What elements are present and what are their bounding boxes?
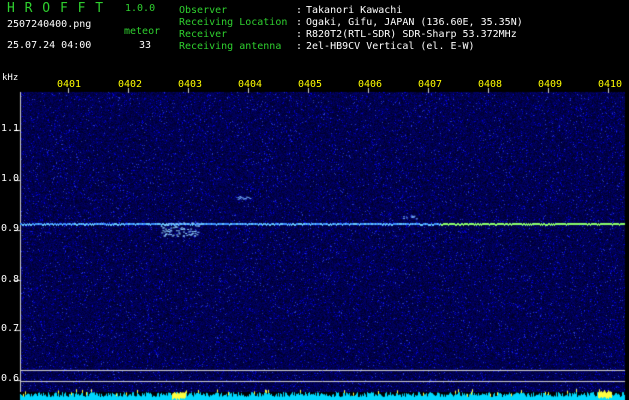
file-datetime: 25.07.24 04:00 — [7, 40, 92, 51]
info-value-location: Ogaki, Gifu, JAPAN (136.60E, 35.35N) — [306, 17, 523, 28]
info-label-location: Receiving Location — [179, 17, 288, 28]
info-sep-location: : — [296, 17, 303, 28]
y-tick-label: 1.0 — [1, 173, 20, 184]
y-axis-unit: kHz — [2, 73, 19, 83]
x-tick-label: 0401 — [57, 79, 82, 90]
y-tick-label: 0.9 — [1, 223, 20, 234]
info-value-antenna: 2el-HB9CV Vertical (el. E-W) — [306, 41, 475, 52]
info-label-antenna: Receiving antenna — [179, 41, 282, 52]
x-tick-label: 0406 — [358, 79, 383, 90]
x-tick-label: 0407 — [418, 79, 443, 90]
x-tick-label: 0410 — [598, 79, 623, 90]
y-tick-label: 0.6 — [1, 373, 20, 384]
file-name: 2507240400.png — [7, 19, 92, 30]
app-version: 1.0.0 — [125, 3, 156, 14]
y-tick-label: 0.8 — [1, 274, 20, 285]
x-tick-label: 0405 — [298, 79, 323, 90]
x-tick-label: 0409 — [538, 79, 563, 90]
info-label-receiver: Receiver — [179, 29, 228, 40]
y-tick-label: 0.7 — [1, 323, 20, 334]
info-value-observer: Takanori Kawachi — [306, 5, 403, 16]
x-tick-label: 0404 — [238, 79, 263, 90]
info-sep-antenna: : — [296, 41, 303, 52]
info-label-observer: Observer — [179, 5, 228, 16]
info-sep-observer: : — [296, 5, 303, 16]
x-tick-label: 0402 — [118, 79, 143, 90]
info-sep-receiver: : — [296, 29, 303, 40]
x-tick-label: 0403 — [178, 79, 203, 90]
spectrogram-canvas — [0, 0, 629, 400]
y-tick-label: 1.1 — [1, 123, 20, 134]
meteor-count: 33 — [139, 40, 152, 51]
x-tick-label: 0408 — [478, 79, 503, 90]
app-title: H R O F F T — [7, 1, 105, 16]
info-value-receiver: R820T2(RTL-SDR) SDR-Sharp 53.372MHz — [306, 29, 517, 40]
meteor-label: meteor — [124, 26, 161, 37]
